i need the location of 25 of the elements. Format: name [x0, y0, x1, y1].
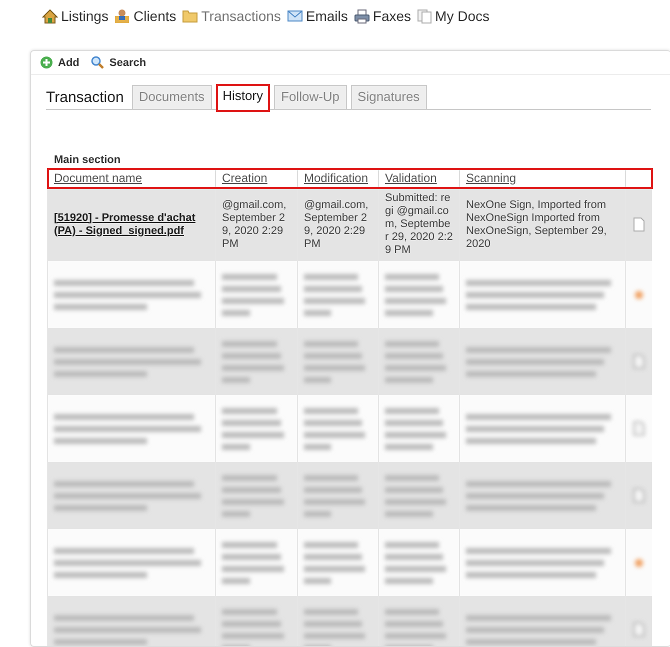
envelope-icon — [286, 10, 303, 22]
toolbar-button[interactable]: Add — [40, 56, 80, 69]
nav-link[interactable]: Emails — [286, 4, 348, 28]
tab[interactable]: History — [216, 84, 270, 112]
printer-icon — [354, 8, 370, 24]
house-icon — [42, 8, 58, 24]
nav-link[interactable]: Clients — [114, 4, 176, 28]
document-icon[interactable] — [632, 488, 645, 503]
folder-icon — [182, 9, 198, 23]
document-icon[interactable] — [632, 421, 645, 436]
nav-link[interactable]: Faxes — [354, 4, 412, 28]
nav-link[interactable]: Transactions — [182, 4, 281, 28]
nav-link[interactable]: Listings — [42, 4, 108, 28]
person-icon — [114, 8, 130, 24]
document-icon[interactable] — [632, 217, 645, 232]
document-icon[interactable] — [632, 622, 645, 637]
nav-link[interactable]: My Docs — [417, 4, 490, 28]
search-icon — [91, 56, 104, 69]
section-heading: Main section — [54, 154, 122, 166]
toolbar-button[interactable]: Search — [91, 56, 146, 69]
document-icon[interactable] — [632, 354, 645, 369]
add-icon — [40, 56, 53, 69]
document-link[interactable]: [51920] - Promesse d'achat (PA) - Signed_signed.pdf — [54, 212, 209, 238]
section-title: Transaction — [46, 89, 124, 106]
documents-icon — [417, 8, 432, 24]
